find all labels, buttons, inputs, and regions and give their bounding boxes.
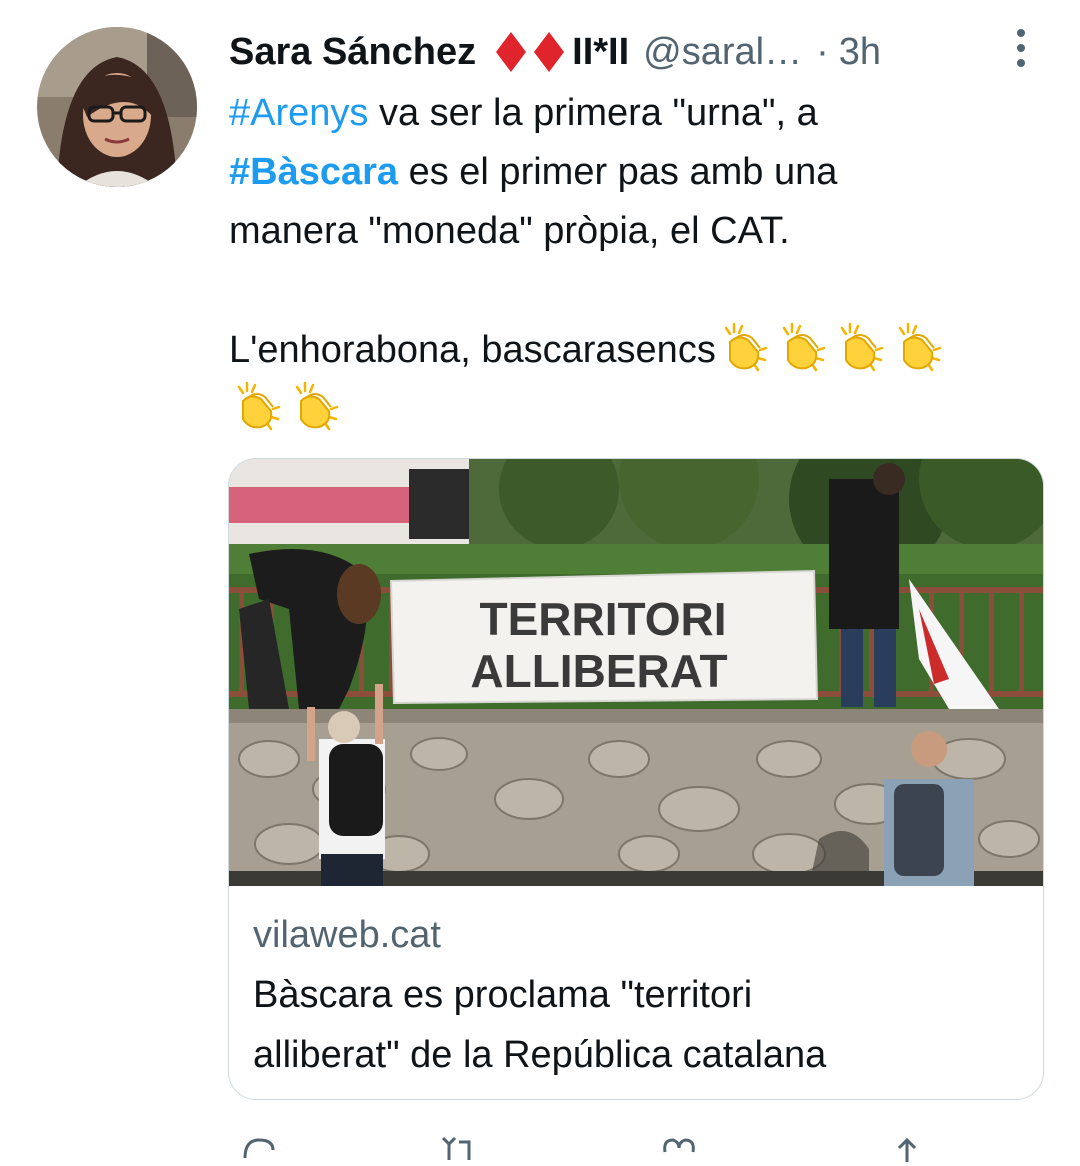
timestamp[interactable]: 3h [839, 31, 881, 74]
emoji-group [229, 379, 1049, 438]
tweet-text-segment: L'enhorabona, bascarasencs [229, 329, 716, 371]
author-handle[interactable]: @saral… [643, 31, 802, 74]
card-title: Bàscara es proclama "territori [253, 974, 753, 1016]
clapping-hands-icon [840, 322, 884, 372]
card-meta: vilaweb.cat Bàscara es proclama "territo… [253, 905, 1033, 1085]
emoji-group [716, 322, 948, 372]
more-options-icon[interactable] [1010, 26, 1032, 70]
name-suffix: II*II [572, 30, 630, 73]
tweet-line: #Arenys va ser la primera "urna", a [229, 84, 1049, 143]
share-icon[interactable] [889, 1136, 925, 1162]
tweet-line: manera "moneda" pròpia, el CAT. [229, 210, 790, 252]
clapping-hands-icon [782, 322, 826, 372]
tweet-header: Sara Sánchez II*II @saral… · 3h [229, 24, 1029, 80]
tweet-line: #Bàscara es el primer pas amb una [229, 143, 1049, 202]
link-card[interactable]: TERRITORI ALLIBERAT vilaweb.cat Bàscara … [228, 458, 1044, 1100]
name-decoration [496, 32, 565, 72]
tweet-line: L'enhorabona, bascarasencs [229, 320, 1049, 379]
clapping-hands-icon [898, 322, 942, 372]
card-image: TERRITORI ALLIBERAT [229, 459, 1043, 886]
red-diamond-icon [496, 32, 527, 72]
card-title: alliberat" de la República catalana [253, 1034, 827, 1076]
hashtag-link[interactable]: #Bàscara [229, 151, 398, 193]
tweet-actions [229, 1136, 1029, 1166]
like-icon[interactable] [661, 1136, 697, 1162]
red-diamond-icon [534, 32, 565, 72]
avatar-image [37, 27, 197, 187]
avatar[interactable] [37, 27, 197, 187]
tweet-text: #Arenys va ser la primera "urna", a #Bàs… [229, 84, 1049, 438]
tweet-text-segment: va ser la primera "urna", a [368, 92, 818, 134]
clapping-hands-icon [295, 381, 339, 431]
separator-dot: · [816, 30, 829, 73]
banner-text: TERRITORI [479, 593, 726, 645]
card-domain: vilaweb.cat [253, 914, 441, 956]
retweet-icon[interactable] [441, 1136, 477, 1162]
clapping-hands-icon [237, 381, 281, 431]
author-name[interactable]: Sara Sánchez [229, 31, 476, 74]
tweet-text-segment: es el primer pas amb una [398, 151, 838, 193]
hashtag-link[interactable]: #Arenys [229, 92, 368, 134]
reply-icon[interactable] [241, 1136, 277, 1162]
clapping-hands-icon [724, 322, 768, 372]
banner-text: ALLIBERAT [470, 645, 727, 697]
